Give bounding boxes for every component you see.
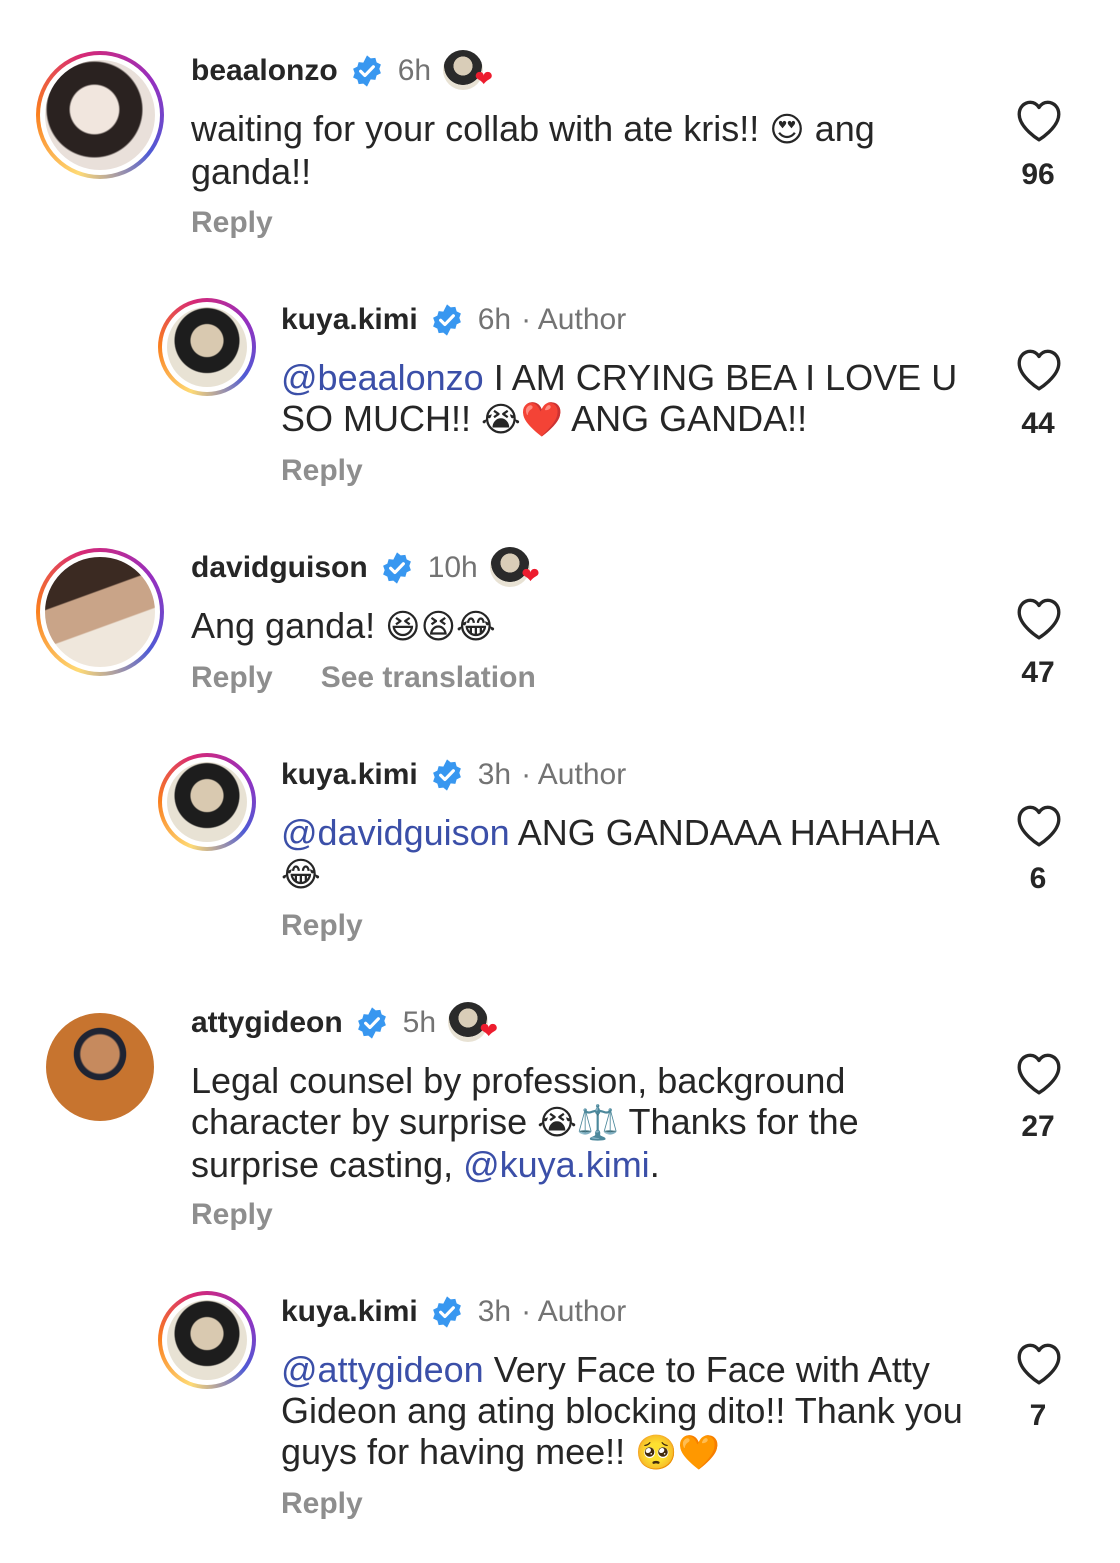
comment-text: @attygideon Very Face to Face with Atty … bbox=[281, 1349, 963, 1473]
like-count: 7 bbox=[1029, 1399, 1047, 1432]
verified-badge-icon bbox=[432, 1296, 461, 1328]
mention-link[interactable]: @attygideon bbox=[281, 1349, 484, 1390]
timestamp: 3h bbox=[477, 1295, 512, 1328]
comment-reply: kuya.kimi 3h · Author @attygideon Very F… bbox=[0, 0, 1120, 1540]
avatar[interactable] bbox=[158, 1291, 256, 1389]
username[interactable]: kuya.kimi bbox=[281, 1295, 418, 1329]
heart-outline-icon[interactable] bbox=[1014, 1340, 1064, 1386]
author-tag: · Author bbox=[521, 1295, 627, 1328]
reply-button[interactable]: Reply bbox=[281, 1487, 363, 1521]
